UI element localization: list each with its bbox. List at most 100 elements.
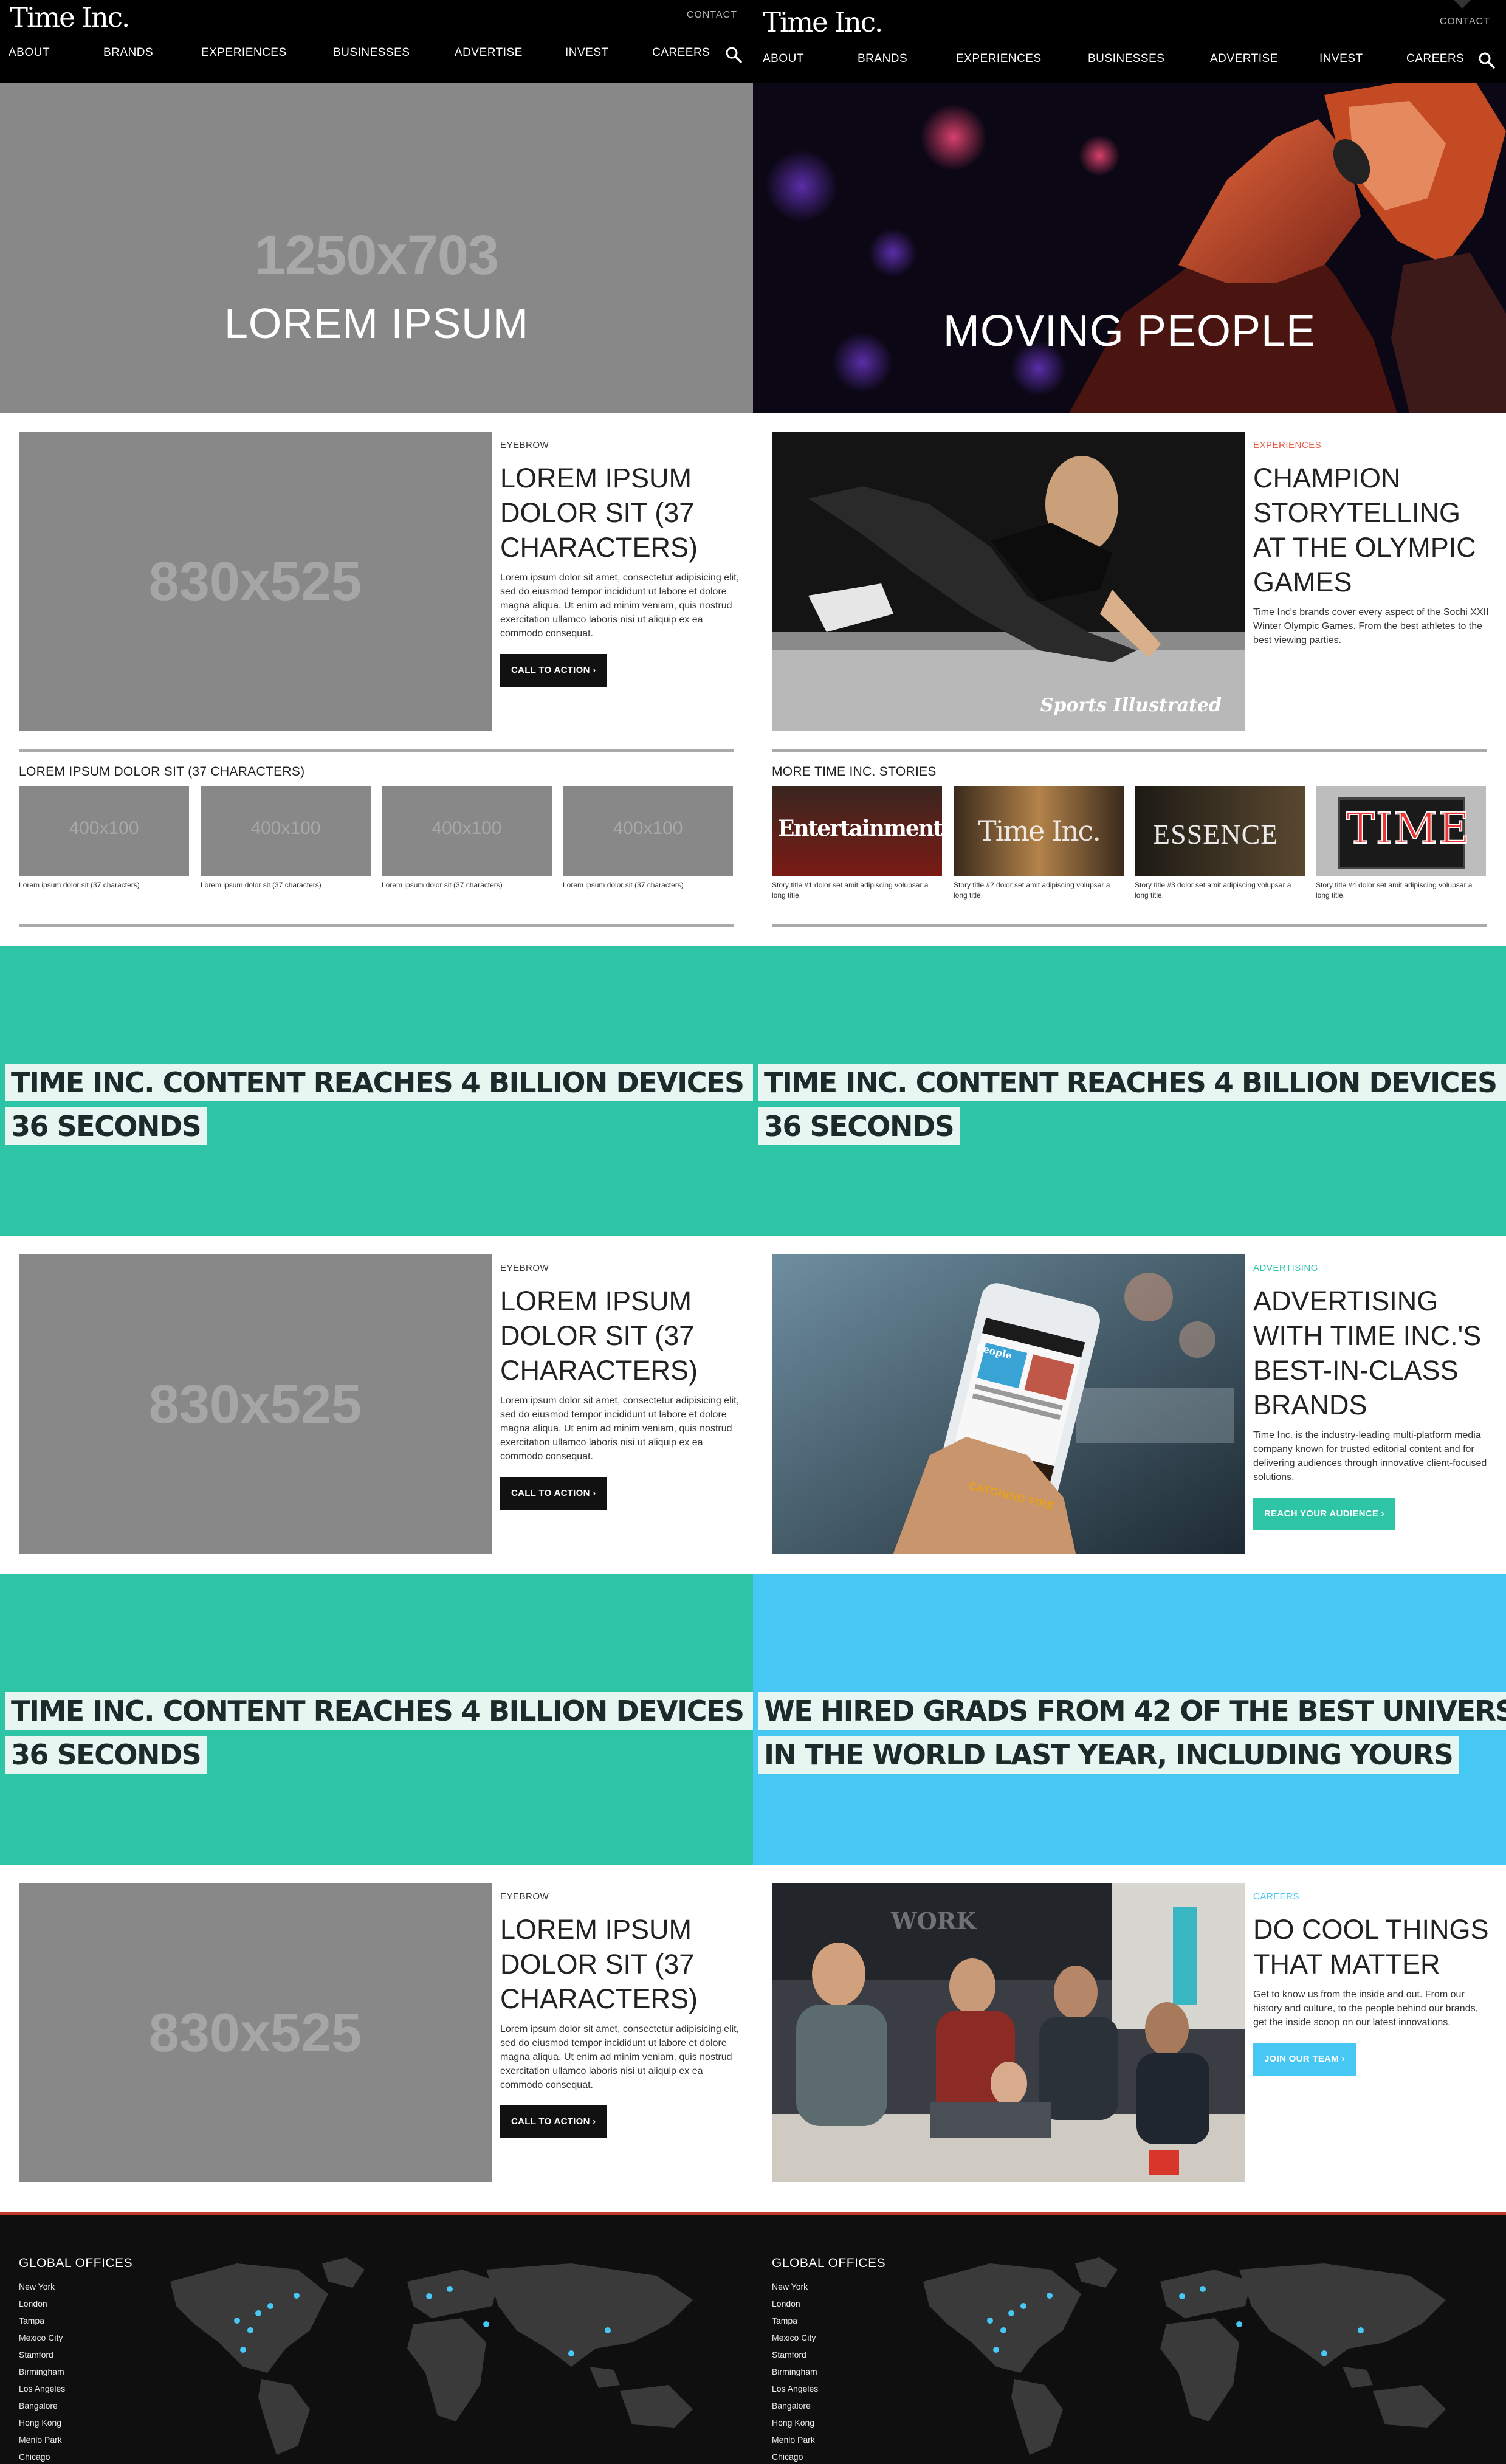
nav-invest[interactable]: INVEST [565,46,609,60]
main-nav: ABOUT BRANDS EXPERIENCES BUSINESSES ADVE… [753,52,1506,77]
nav-businesses[interactable]: BUSINESSES [1088,52,1164,66]
feature-text: EYEBROW LOREM IPSUM DOLOR SIT (37 CHARAC… [500,432,741,687]
logo[interactable]: Time Inc. [10,1,130,33]
feature-body: Lorem ipsum dolor sit amet, consectetur … [500,573,740,639]
main-nav: ABOUT BRANDS EXPERIENCES BUSINESSES ADVE… [0,46,753,71]
call-to-action-button[interactable]: CALL TO ACTION › [500,1477,607,1510]
eyebrow: EYEBROW [500,1263,549,1273]
story-caption[interactable]: Story title #1 dolor set amit adipiscing… [772,880,942,901]
nav-about[interactable]: ABOUT [763,52,804,66]
nav-invest[interactable]: INVEST [1319,52,1363,66]
feature-body: Lorem ipsum dolor sit amet, consectetur … [500,2024,740,2090]
stat-line-2: 36 SECONDS [758,1107,960,1145]
feature-row: WORK CAREERS DO COOL THINGS THAT MATTER … [753,1865,1506,2182]
hero-dimensions: 1250x703 [254,224,499,286]
divider [772,924,1487,927]
brand-timeinc: Time Inc. [978,814,1101,847]
image-dimensions: 830x525 [148,2003,362,2063]
office-item[interactable]: Hong Kong [19,2414,65,2431]
nav-careers[interactable]: CAREERS [1406,52,1464,66]
nav-brands[interactable]: BRANDS [103,46,153,60]
feature-body: Lorem ipsum dolor sit amet, consectetur … [500,1395,740,1462]
story-caption[interactable]: Lorem ipsum dolor sit (37 characters) [19,880,189,890]
page-wireframe: Time Inc. CONTACT ABOUT BRANDS EXPERIENC… [0,0,753,2464]
nav-businesses[interactable]: BUSINESSES [333,46,410,60]
feature-body: Get to know us from the inside and out. … [1253,1989,1479,2028]
feature-text: EXPERIENCES CHAMPION STORYTELLING AT THE… [1253,432,1494,647]
office-item[interactable]: Chicago [772,2448,818,2464]
nav-advertise[interactable]: ADVERTISE [1210,52,1278,66]
office-item[interactable]: Menlo Park [772,2431,818,2448]
search-icon[interactable] [724,45,744,66]
story-thumb[interactable]: 400x100 [201,786,371,876]
feature-text: EYEBROW LOREM IPSUM DOLOR SIT (37 CHARAC… [500,1254,741,1510]
reach-audience-button[interactable]: REACH YOUR AUDIENCE › [1253,1498,1395,1530]
office-item[interactable]: Los Angeles [772,2380,818,2397]
call-to-action-button[interactable]: CALL TO ACTION › [500,2105,607,2138]
story-thumb[interactable]: 400x100 [563,786,733,876]
office-item[interactable]: Menlo Park [19,2431,65,2448]
story-thumb[interactable]: 400x100 [19,786,189,876]
eyebrow: EYEBROW [500,1891,549,1902]
office-list: New York London Tampa Mexico City Stamfo… [19,2278,65,2464]
nav-careers[interactable]: CAREERS [652,46,710,60]
office-item[interactable]: London [19,2295,65,2312]
story-thumb[interactable]: ESSENCE [1135,786,1305,876]
office-item[interactable]: New York [19,2278,65,2295]
eyebrow: CAREERS [1253,1891,1300,1902]
story-thumb[interactable]: 400x100 [382,786,552,876]
office-item[interactable]: Tampa [772,2312,818,2329]
office-item[interactable]: Stamford [772,2346,818,2363]
thumb-dimensions: 400x100 [432,818,502,838]
divider [772,749,1487,752]
office-item[interactable]: Los Angeles [19,2380,65,2397]
nav-advertise[interactable]: ADVERTISE [455,46,523,60]
search-icon[interactable] [1477,50,1497,71]
call-to-action-button[interactable]: CALL TO ACTION › [500,654,607,687]
nav-about[interactable]: ABOUT [9,46,50,60]
office-item[interactable]: Tampa [19,2312,65,2329]
nav-experiences[interactable]: EXPERIENCES [956,52,1042,66]
feature-text: EYEBROW LOREM IPSUM DOLOR SIT (37 CHARAC… [500,1883,741,2138]
story-caption[interactable]: Story title #3 dolor set amit adipiscing… [1135,880,1305,901]
office-item[interactable]: New York [772,2278,818,2295]
office-item[interactable]: Birmingham [19,2363,65,2380]
feature-title: ADVERTISING WITH TIME INC.'S BEST-IN-CLA… [1253,1285,1482,1420]
feature-title: DO COOL THINGS THAT MATTER [1253,1914,1489,1980]
office-item[interactable]: Stamford [19,2346,65,2363]
story-thumb[interactable]: Time Inc. [954,786,1124,876]
story-thumb[interactable]: TIME [1316,786,1486,876]
office-item[interactable]: Chicago [19,2448,65,2464]
logo[interactable]: Time Inc. [763,6,883,38]
office-item[interactable]: Bangalore [772,2397,818,2414]
hero: MOVING PEOPLE [753,83,1506,413]
story-caption[interactable]: Lorem ipsum dolor sit (37 characters) [382,880,552,890]
page-designed: Time Inc. CONTACT ABOUT BRANDS EXPERIENC… [753,0,1506,2464]
brand-entertainment: Entertainment [778,816,942,841]
story-thumb[interactable]: Entertainment [772,786,942,876]
office-item[interactable]: London [772,2295,818,2312]
feature-title: LOREM IPSUM DOLOR SIT (37 CHARACTERS) [500,1285,698,1386]
feature-title: LOREM IPSUM DOLOR SIT (37 CHARACTERS) [500,463,698,563]
feature-title: CHAMPION STORYTELLING AT THE OLYMPIC GAM… [1253,463,1476,597]
story-caption[interactable]: Story title #4 dolor set amit adipiscing… [1316,880,1486,901]
contact-link[interactable]: CONTACT [687,10,737,21]
feature-row: People CATCHING FIRE ADVERTISING ADVERTI… [753,1236,1506,1554]
feature-row: 830x525 EYEBROW LOREM IPSUM DOLOR SIT (3… [0,1236,753,1554]
story-caption[interactable]: Story title #2 dolor set amit adipiscing… [954,880,1124,901]
office-item[interactable]: Birmingham [772,2363,818,2380]
office-item[interactable]: Bangalore [19,2397,65,2414]
nav-brands[interactable]: BRANDS [858,52,907,66]
hero-title: LOREM IPSUM [224,300,529,347]
story-caption[interactable]: Lorem ipsum dolor sit (37 characters) [201,880,371,890]
feature-body: Time Inc's brands cover every aspect of … [1253,607,1489,645]
office-item[interactable]: Mexico City [19,2329,65,2346]
nav-experiences[interactable]: EXPERIENCES [201,46,287,60]
story-caption[interactable]: Lorem ipsum dolor sit (37 characters) [563,880,733,890]
join-team-button[interactable]: JOIN OUR TEAM › [1253,2043,1356,2076]
office-item[interactable]: Mexico City [772,2329,818,2346]
contact-link[interactable]: CONTACT [1440,16,1490,27]
feature-body: Time Inc. is the industry-leading multi-… [1253,1430,1487,1482]
footer-global-offices: GLOBAL OFFICES New York London Tampa Mex… [753,2212,1506,2464]
office-item[interactable]: Hong Kong [772,2414,818,2431]
